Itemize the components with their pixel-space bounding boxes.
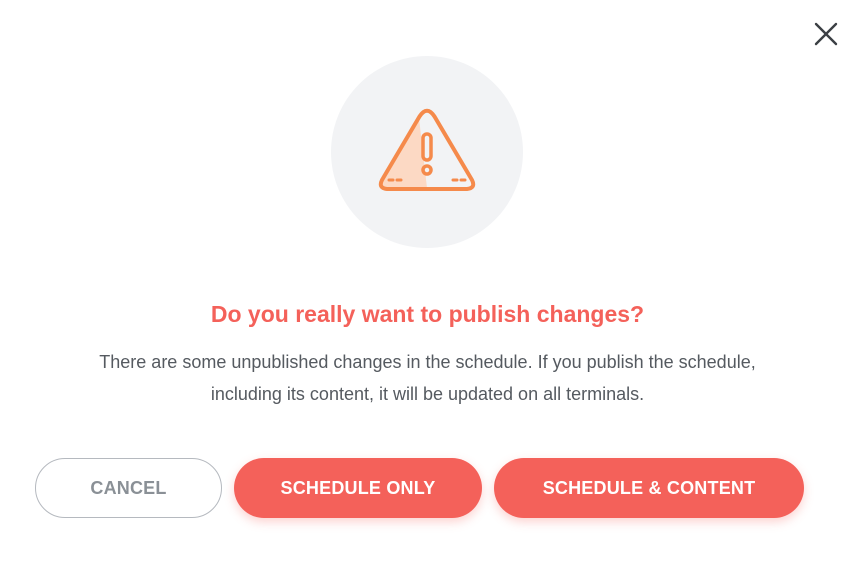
cancel-button-label: CANCEL bbox=[90, 477, 167, 498]
schedule-only-button[interactable]: SCHEDULE ONLY bbox=[234, 458, 482, 518]
cancel-button[interactable]: CANCEL bbox=[35, 458, 222, 518]
warning-triangle-icon bbox=[378, 108, 476, 191]
close-icon[interactable] bbox=[813, 21, 839, 47]
schedule-and-content-button[interactable]: SCHEDULE & CONTENT bbox=[494, 458, 804, 518]
close-button[interactable] bbox=[808, 16, 844, 52]
dialog-title: Do you really want to publish changes? bbox=[210, 301, 645, 327]
dialog-message-line-2: including its content, it will be update… bbox=[210, 384, 645, 404]
schedule-and-content-button-label: SCHEDULE & CONTENT bbox=[542, 477, 756, 498]
warning-icon-container bbox=[331, 56, 523, 248]
schedule-only-button-label: SCHEDULE ONLY bbox=[280, 477, 436, 498]
publish-changes-dialog: Do you really want to publish changes? T… bbox=[0, 0, 855, 575]
dialog-message: There are some unpublished changes in th… bbox=[0, 346, 855, 410]
dialog-message-line-1: There are some unpublished changes in th… bbox=[99, 352, 756, 372]
